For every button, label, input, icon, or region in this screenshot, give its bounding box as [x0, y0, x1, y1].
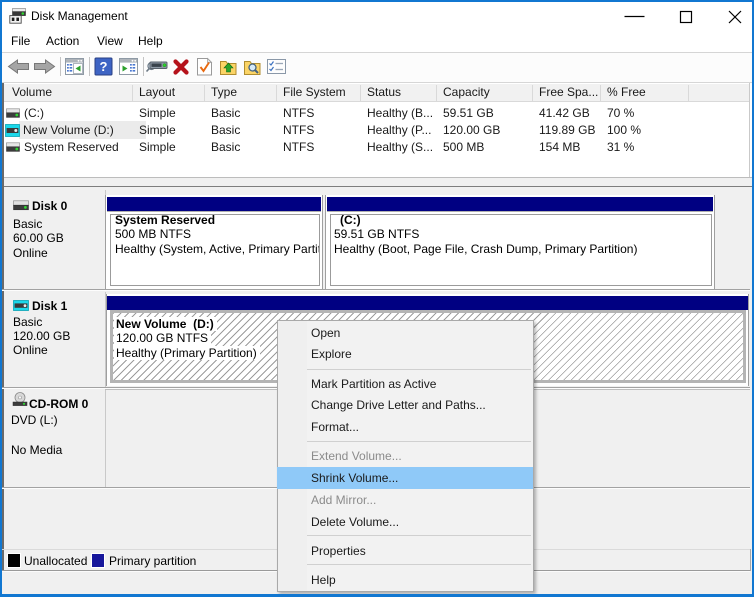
svg-text:?: ?: [100, 59, 108, 74]
